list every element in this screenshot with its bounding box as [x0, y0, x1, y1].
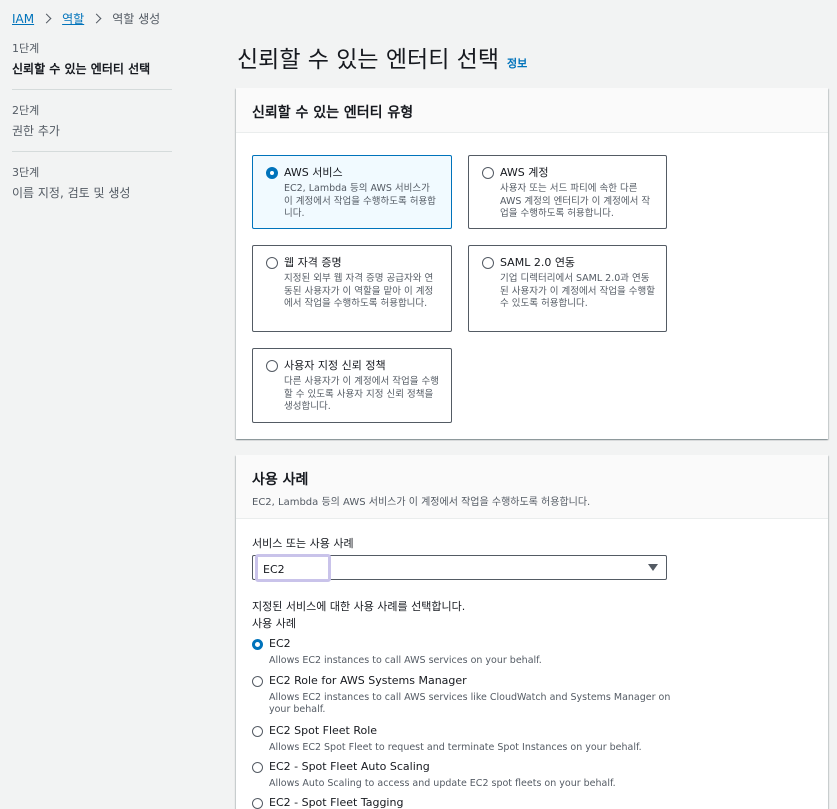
tile-custom-trust-policy[interactable]: 사용자 지정 신뢰 정책 다른 사용자가 이 계정에서 작업을 수행할 수 있도…	[252, 348, 452, 423]
breadcrumb-current: 역할 생성	[112, 12, 161, 26]
radio-ec2-ssm[interactable]	[252, 676, 263, 687]
option-ec2-ssm-title: EC2 Role for AWS Systems Manager	[269, 674, 467, 687]
service-field-label: 서비스 또는 사용 사례	[252, 537, 354, 550]
option-spot-fleet-tagging-title: EC2 - Spot Fleet Tagging	[269, 796, 404, 809]
radio-custom-trust-policy[interactable]	[266, 360, 278, 372]
tile-web-identity-title: 웹 자격 증명	[284, 256, 342, 269]
radio-aws-account[interactable]	[482, 167, 494, 179]
option-ec2-title: EC2	[269, 637, 291, 650]
tile-saml-federation-title: SAML 2.0 연동	[500, 256, 576, 269]
step-3-title: 이름 지정, 검토 및 생성	[12, 186, 131, 200]
step-2-title: 권한 추가	[12, 124, 60, 138]
tile-saml-federation-desc: 기업 디렉터리에서 SAML 2.0과 연동된 사용자가 이 계정에서 작업을 …	[500, 273, 655, 309]
caret-down-icon[interactable]	[648, 564, 658, 571]
breadcrumb-iam-link[interactable]: IAM	[12, 12, 34, 26]
chevron-right-icon	[41, 13, 52, 24]
page-title: 신뢰할 수 있는 엔터티 선택	[237, 47, 500, 73]
step-2: 2단계 권한 추가	[12, 102, 172, 152]
use-case-panel: 사용 사례 EC2, Lambda 등의 AWS 서비스가 이 계정에서 작업을…	[236, 455, 828, 809]
breadcrumb: IAM 역할 역할 생성	[12, 10, 160, 27]
radio-saml-federation[interactable]	[482, 257, 494, 269]
tile-custom-trust-policy-title: 사용자 지정 신뢰 정책	[284, 359, 386, 372]
tile-aws-account-title: AWS 계정	[500, 166, 549, 179]
option-spot-fleet-autoscaling-title: EC2 - Spot Fleet Auto Scaling	[269, 760, 430, 773]
step-1-title: 신뢰할 수 있는 엔터티 선택	[12, 62, 151, 76]
page-header: 신뢰할 수 있는 엔터티 선택 정보	[237, 40, 527, 74]
use-case-option-spot-fleet-autoscaling[interactable]: EC2 - Spot Fleet Auto Scaling Allows Aut…	[252, 760, 672, 790]
radio-web-identity[interactable]	[266, 257, 278, 269]
tile-aws-account[interactable]: AWS 계정 사용자 또는 서드 파티에 속한 다른 AWS 계정의 엔터티가 …	[468, 155, 667, 229]
wizard-steps: 1단계 신뢰할 수 있는 엔터티 선택 2단계 권한 추가 3단계 이름 지정,…	[12, 40, 172, 225]
trusted-entity-panel: 신뢰할 수 있는 엔터티 유형 AWS 서비스 EC2, Lambda 등의 A…	[236, 88, 828, 439]
use-case-header: 사용 사례 EC2, Lambda 등의 AWS 서비스가 이 계정에서 작업을…	[236, 455, 828, 519]
tile-web-identity-desc: 지정된 외부 웹 자격 증명 공급자와 연동된 사용자가 이 역할을 맡아 이 …	[284, 273, 434, 309]
use-case-option-ec2[interactable]: EC2 Allows EC2 instances to call AWS ser…	[252, 637, 672, 667]
trusted-entity-header: 신뢰할 수 있는 엔터티 유형	[236, 88, 828, 133]
breadcrumb-roles-link[interactable]: 역할	[62, 10, 84, 27]
radio-spot-fleet-autoscaling[interactable]	[252, 762, 263, 773]
tile-aws-service-desc: EC2, Lambda 등의 AWS 서비스가 이 계정에서 작업을 수행하도록…	[284, 183, 436, 219]
option-ec2-desc: Allows EC2 instances to call AWS service…	[269, 655, 542, 666]
use-case-group-label: 사용 사례	[252, 617, 296, 630]
option-spot-fleet-autoscaling-desc: Allows Auto Scaling to access and update…	[269, 778, 616, 789]
step-2-number: 2단계	[12, 104, 40, 117]
step-3: 3단계 이름 지정, 검토 및 생성	[12, 164, 172, 213]
service-select-value[interactable]: EC2	[255, 554, 331, 582]
use-case-option-spot-fleet-tagging[interactable]: EC2 - Spot Fleet Tagging	[252, 796, 672, 809]
use-case-description: EC2, Lambda 등의 AWS 서비스가 이 계정에서 작업을 수행하도록…	[252, 497, 591, 508]
use-case-option-spot-fleet-role[interactable]: EC2 Spot Fleet Role Allows EC2 Spot Flee…	[252, 724, 672, 754]
use-case-option-ec2-ssm[interactable]: EC2 Role for AWS Systems Manager Allows …	[252, 674, 672, 716]
option-spot-fleet-role-desc: Allows EC2 Spot Fleet to request and ter…	[269, 742, 642, 753]
service-select[interactable]: EC2	[252, 554, 667, 582]
info-link[interactable]: 정보	[507, 55, 527, 71]
tile-aws-account-desc: 사용자 또는 서드 파티에 속한 다른 AWS 계정의 엔터티가 이 계정에서 …	[500, 183, 651, 219]
tile-web-identity[interactable]: 웹 자격 증명 지정된 외부 웹 자격 증명 공급자와 연동된 사용자가 이 역…	[252, 245, 452, 332]
tile-custom-trust-policy-desc: 다른 사용자가 이 계정에서 작업을 수행할 수 있도록 사용자 지정 신뢰 정…	[284, 376, 439, 412]
radio-aws-service[interactable]	[266, 167, 278, 179]
tile-aws-service[interactable]: AWS 서비스 EC2, Lambda 등의 AWS 서비스가 이 계정에서 작…	[252, 155, 452, 229]
option-spot-fleet-role-title: EC2 Spot Fleet Role	[269, 724, 378, 737]
use-case-help-text: 지정된 서비스에 대한 사용 사례를 선택합니다.	[252, 600, 466, 613]
radio-ec2[interactable]	[252, 639, 263, 650]
trusted-entity-heading: 신뢰할 수 있는 엔터티 유형	[252, 105, 414, 121]
use-case-heading: 사용 사례	[252, 472, 309, 488]
radio-spot-fleet-role[interactable]	[252, 726, 263, 737]
tile-aws-service-title: AWS 서비스	[284, 166, 343, 179]
tile-saml-federation[interactable]: SAML 2.0 연동 기업 디렉터리에서 SAML 2.0과 연동된 사용자가…	[468, 245, 667, 332]
step-1-number: 1단계	[12, 42, 40, 55]
option-ec2-ssm-desc: Allows EC2 instances to call AWS service…	[269, 692, 671, 715]
chevron-right-icon	[91, 13, 102, 24]
radio-spot-fleet-tagging[interactable]	[252, 798, 263, 809]
step-1: 1단계 신뢰할 수 있는 엔터티 선택	[12, 40, 172, 90]
step-3-number: 3단계	[12, 166, 40, 179]
